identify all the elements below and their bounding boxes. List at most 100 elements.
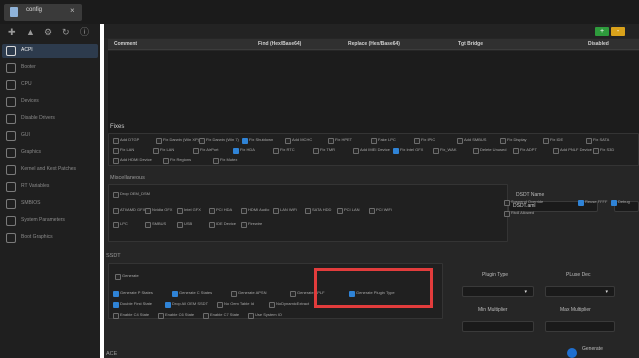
checkbox-drop-oem-dsm[interactable]: Drop OEM_DSM (113, 191, 150, 198)
checkbox-fake-lpc[interactable]: Fake LPC (371, 137, 396, 144)
disable-drivers-icon (6, 114, 16, 124)
checkbox-delete-unused[interactable]: Delete Unused (473, 147, 506, 154)
checkbox-add-hdmi-device[interactable]: Add HDMI Device (113, 157, 152, 164)
checkbox-fix-lan[interactable]: Fix LAN (153, 147, 174, 154)
checkbox-pci-wifi[interactable]: PCI WiFi (369, 207, 392, 214)
checkbox-rtc8-allowed[interactable]: Rtc8 Allowed (504, 210, 534, 217)
sidebar-item-devices[interactable]: Devices (2, 95, 98, 109)
checkbox-enable-c4-state[interactable]: Enable C4 State (113, 312, 149, 319)
close-tab-icon[interactable]: × (70, 6, 75, 15)
checkbox-fix-intel-gfx[interactable]: Fix Intel GFX (393, 147, 423, 154)
checkbox-debug[interactable]: Debug (611, 199, 630, 206)
checkbox-ati-amd-gfx[interactable]: ATI/AMD GFX (113, 207, 145, 214)
info-icon[interactable]: ▲ (26, 26, 35, 38)
add-row-button[interactable]: + (595, 27, 609, 36)
checkbox-add-imei-device[interactable]: Add IMEI Device (353, 147, 390, 154)
checkbox-lan-wifi[interactable]: LAN WiFi (273, 207, 297, 214)
column-comment[interactable]: Comment (114, 41, 137, 47)
checkbox-fix-adpt[interactable]: Fix ADPT (513, 147, 537, 154)
checkbox-generate-apsn[interactable]: Generate APSN (231, 290, 266, 297)
checkbox-suspend-override[interactable]: Suspend Override (504, 199, 543, 206)
smbios-icon (6, 199, 16, 209)
checkbox-fix-sata[interactable]: Fix SATA (586, 137, 609, 144)
checkbox-pci-lan[interactable]: PCI LAN (337, 207, 360, 214)
fixes-title: Fixes (110, 124, 125, 130)
sidebar-item-cpu[interactable]: CPU (2, 78, 98, 92)
sidebar-toolbar: ✚ ▲ ⚙ ↻ ⓘ (0, 24, 100, 40)
checkbox-smbus[interactable]: SMBUS (145, 221, 166, 228)
column-tgt-bridge[interactable]: Tgt Bridge (458, 41, 483, 47)
column-disabled[interactable]: Disabled (588, 41, 609, 47)
checkbox-fix-darwin-win-xp[interactable]: Fix Darwin (Win XP) (156, 137, 199, 144)
checkbox-fix-display[interactable]: Fix Display (500, 137, 527, 144)
checkbox-fix-hpet[interactable]: Fix HPET (328, 137, 352, 144)
checkbox-intel-gfx[interactable]: Intel GFX (177, 207, 201, 214)
sidebar-item-booter[interactable]: Booter (2, 61, 98, 75)
checkbox-fix-regions[interactable]: Fix Regions (163, 157, 191, 164)
sidebar-item-smbios[interactable]: SMBIOS (2, 197, 98, 211)
checkbox-enable-c7-state[interactable]: Enable C7 State (203, 312, 239, 319)
document-tab-title: config (26, 7, 43, 13)
checkbox-lpc[interactable]: LPC (113, 221, 128, 228)
checkbox-fix-lan[interactable]: Fix LAN (113, 147, 134, 154)
checkbox-sata-hdd[interactable]: SATA HDD (305, 207, 331, 214)
checkbox-use-system-io[interactable]: Use System IO (248, 312, 282, 319)
column-find[interactable]: Find (Hex/Base64) (258, 41, 301, 47)
checkbox-generate[interactable]: Generate (115, 273, 139, 280)
checkbox-fix-ide[interactable]: Fix IDE (543, 137, 563, 144)
checkbox-drop-all-oem-ssdt[interactable]: Drop All OEM SSDT (165, 301, 208, 308)
checkbox-add-pnlf-device[interactable]: Add PNLF Device (553, 147, 592, 154)
help-icon[interactable]: ⓘ (80, 26, 89, 38)
checkbox-fix-mutex[interactable]: Fix Mutex (213, 157, 237, 164)
checkbox-fix-darwin-win-7[interactable]: Fix Darwin (Win 7) (199, 137, 239, 144)
checkbox-fix-wak[interactable]: Fix_WAK (433, 147, 457, 154)
booter-icon (6, 63, 16, 73)
sidebar-item-kernel-and-kext-patches[interactable]: Kernel and Kext Patches (2, 163, 98, 177)
checkbox-nvidia-gfx[interactable]: Nvidia GFX (145, 207, 172, 214)
checkbox-ide-device[interactable]: IDE Device (209, 221, 236, 228)
sidebar-item-label: System Parameters (21, 217, 65, 223)
checkbox-generate-p-states[interactable]: Generate P States (113, 290, 153, 297)
gear-icon[interactable]: ⚙ (44, 26, 52, 38)
document-tab[interactable]: config × (4, 4, 82, 21)
checkbox-fix-ipic[interactable]: Fix IPIC (414, 137, 435, 144)
checkbox-add-mchc[interactable]: Add MCHC (285, 137, 312, 144)
patches-table-body[interactable] (108, 51, 639, 137)
checkbox-hdmi-audio[interactable]: HDMI Audio (241, 207, 269, 214)
checkbox-firewire[interactable]: Firewire (241, 221, 262, 228)
sidebar-item-system-parameters[interactable]: System Parameters (2, 214, 98, 228)
checkbox-fix-tmr[interactable]: Fix TMR (313, 147, 335, 154)
plus-icon[interactable]: ✚ (8, 26, 16, 38)
checkbox-fix-hda[interactable]: Fix HDA (233, 147, 255, 154)
rt-variables-icon (6, 182, 16, 192)
checkbox-generate-c-states[interactable]: Generate C States (172, 290, 212, 297)
checkbox-fix-shutdown[interactable]: Fix Shutdown (242, 137, 273, 144)
highlight-box (314, 268, 433, 308)
plugin-type-dropdown[interactable]: ▾ (462, 286, 534, 297)
checkbox-add-smbus[interactable]: Add SMBUS (457, 137, 486, 144)
sidebar-item-gui[interactable]: GUI (2, 129, 98, 143)
sidebar-item-rt-variables[interactable]: RT Variables (2, 180, 98, 194)
checkbox-nodynamicextract[interactable]: NoDynamicExtract (269, 301, 309, 308)
remove-row-button[interactable]: - (611, 27, 625, 36)
checkbox-fix-s3d[interactable]: Fix S3D (593, 147, 614, 154)
pluse-dec-dropdown[interactable]: ▾ (545, 286, 615, 297)
checkbox-pci-hda[interactable]: PCI HDA (209, 207, 232, 214)
checkbox-no-oem-table-id[interactable]: No Oem Table Id (217, 301, 254, 308)
max-multiplier-field[interactable] (545, 321, 615, 332)
checkbox-fix-rtc[interactable]: Fix RTC (273, 147, 295, 154)
min-multiplier-field[interactable] (462, 321, 534, 332)
checkbox-enable-c6-state[interactable]: Enable C6 State (158, 312, 194, 319)
checkbox-double-first-state[interactable]: Double First State (113, 301, 152, 308)
checkbox-reuse-ffff[interactable]: Reuse FFFF (578, 199, 607, 206)
sidebar-item-graphics[interactable]: Graphics (2, 146, 98, 160)
checkbox-add-dtgp[interactable]: Add DTGP (113, 137, 139, 144)
refresh-icon[interactable]: ↻ (62, 26, 70, 38)
sidebar: ✚ ▲ ⚙ ↻ ⓘ ACPI Booter CPU Devices Disable Dr… (0, 24, 100, 358)
sidebar-item-acpi[interactable]: ACPI (2, 44, 98, 58)
column-replace[interactable]: Replace (Hex/Base64) (348, 41, 400, 47)
checkbox-usb[interactable]: USB (177, 221, 192, 228)
sidebar-item-disable-drivers[interactable]: Disable Drivers (2, 112, 98, 126)
sidebar-item-boot-graphics[interactable]: Boot Graphics (2, 231, 98, 245)
checkbox-fix-airport[interactable]: Fix AirPort (193, 147, 218, 154)
